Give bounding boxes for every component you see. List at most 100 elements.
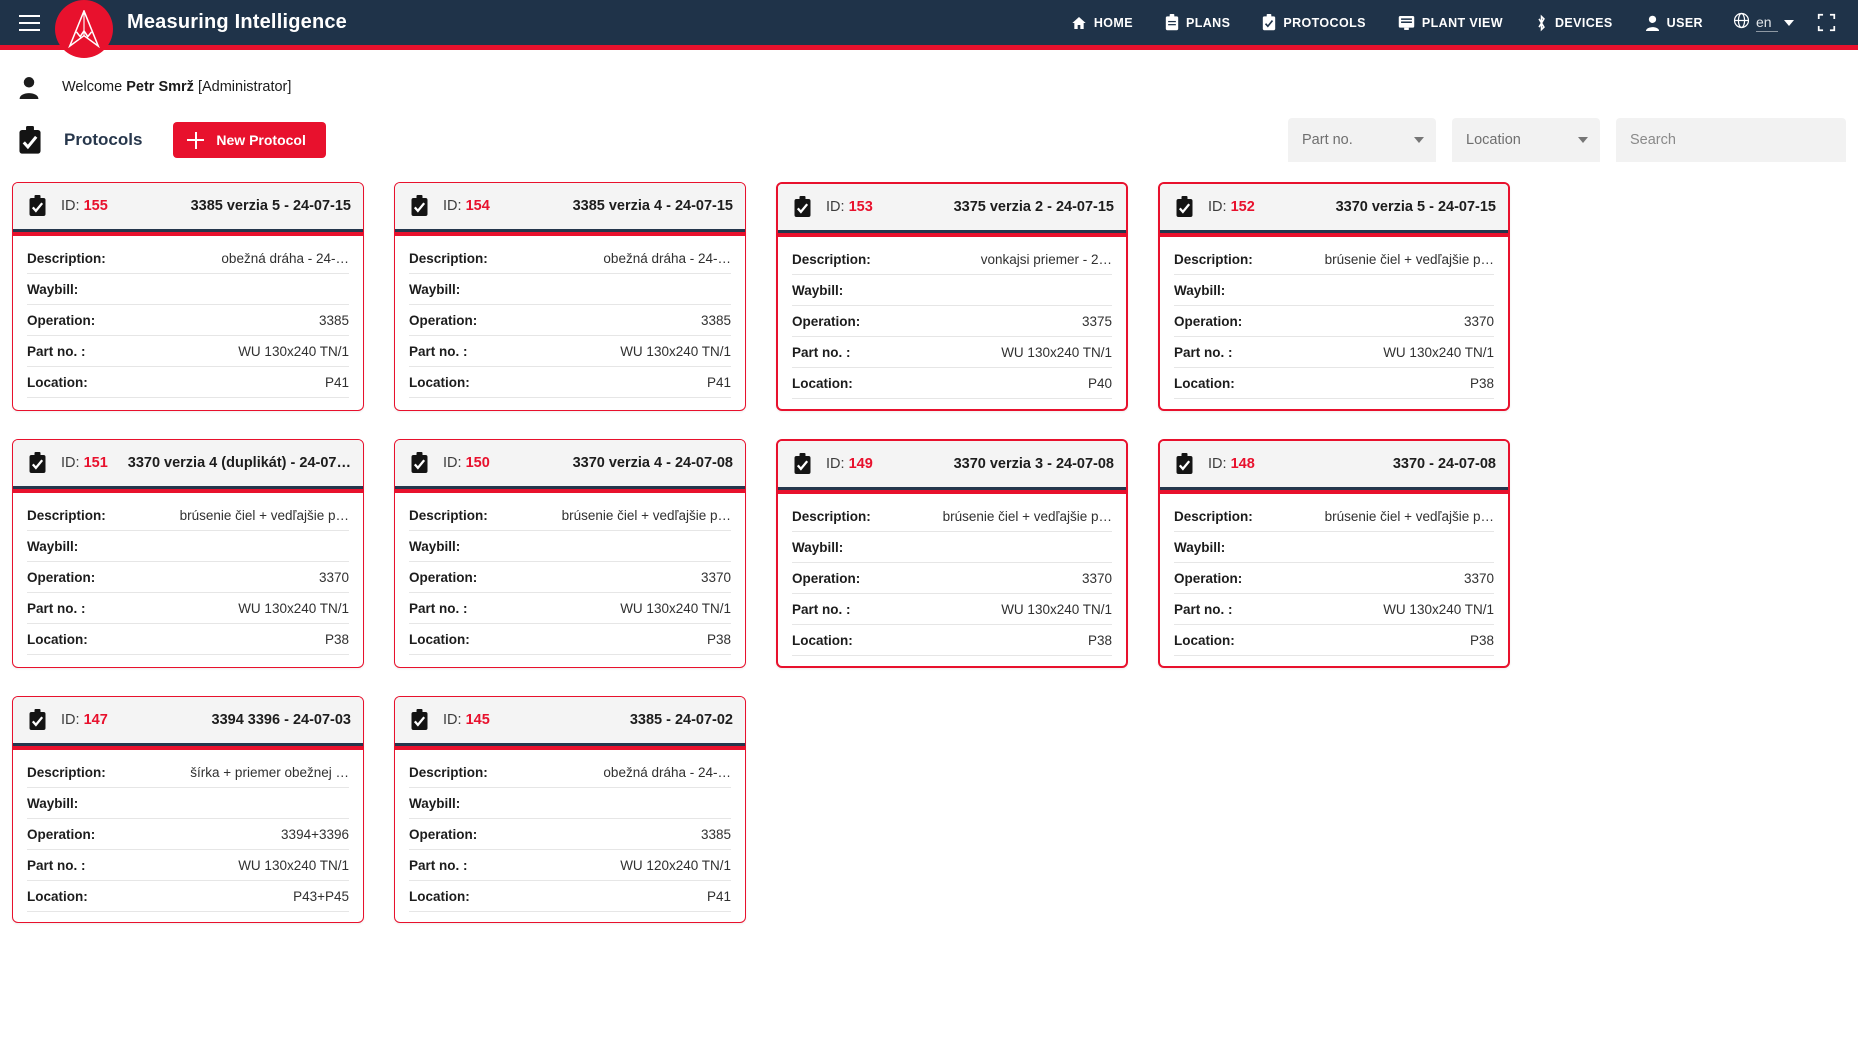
nav-item-user[interactable]: USER — [1629, 0, 1719, 45]
card-row-waybill: Waybill: — [409, 788, 731, 819]
row-value: 3385 — [700, 312, 731, 328]
row-value: WU 130x240 TN/1 — [1001, 344, 1112, 360]
new-protocol-button[interactable]: New Protocol — [173, 122, 326, 158]
mountain-peak-logo — [55, 0, 113, 58]
protocol-card[interactable]: ID: 150 3370 verzia 4 - 24-07-08 Descrip… — [394, 439, 746, 668]
card-row-location: Location: P40 — [792, 368, 1112, 399]
row-value: P41 — [706, 888, 731, 904]
row-label: Waybill: — [1174, 282, 1226, 298]
card-header: ID: 149 3370 verzia 3 - 24-07-08 — [778, 441, 1126, 487]
protocol-card[interactable]: ID: 153 3375 verzia 2 - 24-07-15 Descrip… — [776, 182, 1128, 411]
card-title: 3385 verzia 5 - 24-07-15 — [190, 198, 351, 214]
row-label: Operation: — [27, 312, 96, 328]
row-value: WU 120x240 TN/1 — [620, 857, 731, 873]
card-row-part-no: Part no. : WU 130x240 TN/1 — [1174, 337, 1494, 368]
card-row-waybill: Waybill: — [27, 788, 349, 819]
clipboard-check-icon — [1174, 196, 1196, 218]
nav-label-home: HOME — [1093, 15, 1133, 30]
nav-item-protocols[interactable]: PROTOCOLS — [1246, 0, 1382, 45]
card-row-part-no: Part no. : WU 130x240 TN/1 — [1174, 594, 1494, 625]
protocol-card[interactable]: ID: 155 3385 verzia 5 - 24-07-15 Descrip… — [12, 182, 364, 411]
card-row-operation: Operation: 3370 — [792, 563, 1112, 594]
card-id-prefix: ID: — [826, 199, 849, 215]
nav-item-devices[interactable]: DEVICES — [1519, 0, 1629, 45]
card-row-operation: Operation: 3394+3396 — [27, 819, 349, 850]
row-label: Description: — [409, 250, 488, 266]
card-row-part-no: Part no. : WU 130x240 TN/1 — [27, 593, 349, 624]
card-header: ID: 148 3370 - 24-07-08 — [1160, 441, 1508, 487]
card-title: 3370 verzia 3 - 24-07-08 — [953, 456, 1114, 472]
row-value: WU 130x240 TN/1 — [1001, 601, 1112, 617]
row-value: brúsenie čiel + vedľajšie p… — [942, 508, 1112, 524]
protocol-card[interactable]: ID: 147 3394 3396 - 24-07-03 Description… — [12, 696, 364, 923]
toolbar-left-group: Protocols New Protocol — [16, 122, 326, 158]
part-no-filter-select[interactable]: Part no. — [1288, 118, 1436, 162]
card-id-value: 145 — [465, 712, 490, 728]
card-id-value: 152 — [1230, 199, 1255, 215]
monitor-icon — [1398, 15, 1415, 31]
clipboard-check-icon — [27, 452, 49, 474]
card-id-prefix: ID: — [61, 198, 84, 214]
card-row-part-no: Part no. : WU 130x240 TN/1 — [27, 336, 349, 367]
row-label: Part no. : — [409, 343, 468, 359]
card-row-description: Description: brúsenie čiel + vedľajšie p… — [409, 500, 731, 531]
chevron-down-icon — [1578, 137, 1588, 143]
row-label: Part no. : — [1174, 601, 1233, 617]
clipboard-check-icon — [1174, 453, 1196, 475]
clipboard-check-icon — [27, 709, 49, 731]
hamburger-menu-icon[interactable] — [6, 0, 52, 45]
card-title: 3385 verzia 4 - 24-07-15 — [572, 198, 733, 214]
row-label: Location: — [1174, 632, 1235, 648]
protocol-card[interactable]: ID: 154 3385 verzia 4 - 24-07-15 Descrip… — [394, 182, 746, 411]
row-value: brúsenie čiel + vedľajšie p… — [179, 507, 349, 523]
nav-item-plant-view[interactable]: PLANT VIEW — [1382, 0, 1519, 45]
card-title: 3370 - 24-07-08 — [1392, 456, 1496, 472]
app-title: Measuring Intelligence — [127, 11, 348, 33]
row-label: Description: — [27, 507, 106, 523]
toolbar-filters: Part no. Location — [1288, 118, 1846, 162]
language-value: en — [1756, 14, 1778, 32]
row-value: 3370 — [1463, 570, 1494, 586]
card-id: ID: 147 — [61, 712, 108, 728]
card-row-part-no: Part no. : WU 130x240 TN/1 — [792, 337, 1112, 368]
card-body: Description: obežná dráha - 24-… Waybill:… — [395, 236, 745, 408]
clipboard-check-icon — [27, 195, 49, 217]
row-value: P38 — [1469, 375, 1494, 391]
protocol-card[interactable]: ID: 151 3370 verzia 4 (duplikát) - 24-07… — [12, 439, 364, 668]
page-toolbar: Protocols New Protocol Part no. Location — [0, 112, 1858, 168]
search-input[interactable] — [1630, 132, 1834, 148]
protocol-card[interactable]: ID: 152 3370 verzia 5 - 24-07-15 Descrip… — [1158, 182, 1510, 411]
fullscreen-icon[interactable] — [1804, 0, 1848, 45]
nav-item-plans[interactable]: PLANS — [1149, 0, 1246, 45]
card-header: ID: 150 3370 verzia 4 - 24-07-08 — [395, 440, 745, 486]
card-row-description: Description: brúsenie čiel + vedľajšie p… — [1174, 244, 1494, 275]
card-row-description: Description: brúsenie čiel + vedľajšie p… — [1174, 501, 1494, 532]
row-label: Part no. : — [792, 601, 851, 617]
row-label: Part no. : — [792, 344, 851, 360]
nav-item-home[interactable]: HOME — [1055, 0, 1149, 45]
protocol-card[interactable]: ID: 149 3370 verzia 3 - 24-07-08 Descrip… — [776, 439, 1128, 668]
card-id: ID: 150 — [443, 455, 490, 471]
globe-icon — [1733, 12, 1750, 34]
row-value: P43+P45 — [293, 888, 349, 904]
card-row-waybill: Waybill: — [1174, 532, 1494, 563]
language-selector[interactable]: en — [1719, 0, 1804, 45]
clipboard-check-icon — [792, 453, 814, 475]
row-label: Waybill: — [409, 795, 461, 811]
protocol-card[interactable]: ID: 148 3370 - 24-07-08 Description: brús… — [1158, 439, 1510, 668]
card-id: ID: 149 — [826, 456, 873, 472]
search-field[interactable] — [1616, 118, 1846, 162]
card-id-prefix: ID: — [61, 455, 84, 471]
home-icon — [1071, 15, 1087, 31]
row-label: Description: — [27, 250, 106, 266]
card-row-description: Description: obežná dráha - 24-… — [409, 243, 731, 274]
card-row-operation: Operation: 3385 — [409, 305, 731, 336]
protocol-card[interactable]: ID: 145 3385 - 24-07-02 Description: obež… — [394, 696, 746, 923]
welcome-username: Petr Smrž — [126, 79, 194, 95]
card-row-waybill: Waybill: — [792, 532, 1112, 563]
row-value: 3370 — [1463, 313, 1494, 329]
location-filter-select[interactable]: Location — [1452, 118, 1600, 162]
new-protocol-label: New Protocol — [216, 132, 306, 148]
card-title: 3394 3396 - 24-07-03 — [211, 712, 351, 728]
top-navigation-bar: Measuring Intelligence HOME PLANS PROTOC… — [0, 0, 1858, 58]
